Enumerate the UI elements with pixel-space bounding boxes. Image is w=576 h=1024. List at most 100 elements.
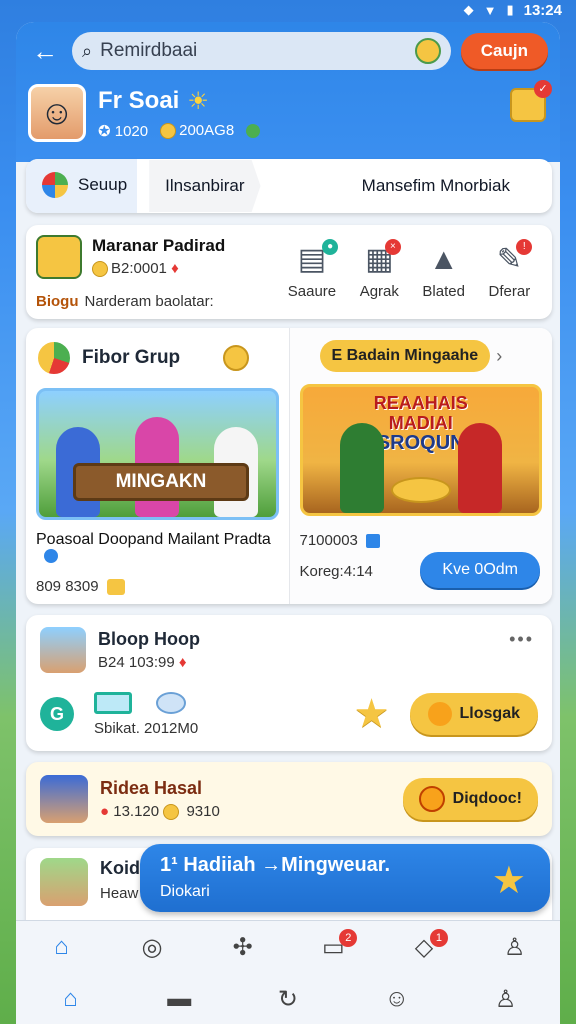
quest-icon[interactable] xyxy=(36,234,82,279)
action-badge: × xyxy=(384,238,401,255)
player-avatar[interactable] xyxy=(40,627,86,673)
refresh-icon[interactable]: ↻ xyxy=(268,979,308,1019)
sun-icon: ☀ xyxy=(187,87,209,115)
player-sub: B24 103:99 ♦ xyxy=(98,654,187,671)
last-title: Koid xyxy=(100,858,140,878)
last-sub: Heaw xyxy=(100,885,139,902)
player-action-button[interactable]: Llosgak xyxy=(409,693,538,735)
action-dferar[interactable]: ✎ ! Dferar xyxy=(489,238,533,300)
person-figure xyxy=(339,423,384,513)
quick-actions-card: Maranar Padirad B2:0001 ♦ Biogu Narderam… xyxy=(26,225,552,319)
chevron-right-icon[interactable]: › xyxy=(496,346,502,367)
featured-pill[interactable]: E Badain Mingaahe xyxy=(319,340,491,372)
featured-card: Fibor Grup MINGAKN Poasoal Doopand Maila… xyxy=(26,328,552,604)
nav-row-1: ⌂ ◎ ✣ ▭ 2 ◇ 1 ♙ xyxy=(16,921,560,973)
status-bar: ◆ ▼ ▮ 13:24 xyxy=(0,0,576,20)
gift-badge: ✓ xyxy=(534,80,552,98)
settings-gear-icon[interactable] xyxy=(414,38,441,64)
player-stat: Sbikat. 2012M0 xyxy=(94,719,199,737)
fire-icon: ♦ xyxy=(178,654,187,671)
featured-left-heading: Fibor Grup xyxy=(82,347,181,368)
featured-left-head: Fibor Grup xyxy=(36,340,279,376)
profile-stats: ✪ 1020 200AG8 xyxy=(98,122,261,140)
stat-level: ✪ 1020 xyxy=(98,122,149,140)
featured-left-title: Poasoal Doopand Mailant Pradta xyxy=(36,530,279,568)
smiley-icon[interactable]: ☺ xyxy=(377,979,417,1019)
app-window: ← ⌕ Remirdbaai Caujn ☺ Fr Soai ☀ ✪ 1020 … xyxy=(16,22,560,1024)
action-saaure[interactable]: ▤ ● Saaure xyxy=(288,238,339,300)
account-icon[interactable]: ♙ xyxy=(486,979,526,1019)
coin-icon xyxy=(163,804,180,821)
action-agrak[interactable]: ▦ × Agrak xyxy=(360,238,401,300)
coin-icon xyxy=(92,261,108,278)
featured-left[interactable]: Fibor Grup MINGAKN Poasoal Doopand Maila… xyxy=(26,328,289,604)
location-icon: ◆ xyxy=(463,2,474,17)
gift-icon[interactable]: ✓ xyxy=(510,80,552,122)
avatar[interactable]: ☺ xyxy=(28,84,86,142)
gold-coins-icon xyxy=(390,477,451,503)
profile-name: Fr Soai xyxy=(98,87,180,114)
more-options-icon[interactable]: ••• xyxy=(509,629,534,650)
puzzle-icon[interactable]: ✣ xyxy=(223,927,263,967)
last-avatar[interactable] xyxy=(40,858,88,906)
level-icon: ✪ xyxy=(98,122,111,140)
cloud-icon xyxy=(156,691,186,714)
profile-name-row: Fr Soai ☀ xyxy=(98,87,260,116)
nav-badge: 1 xyxy=(429,929,448,947)
featured-right-meta1: 7100003 xyxy=(300,532,543,549)
star-icon[interactable]: ★ xyxy=(354,691,390,737)
reward-title: Ridea Hasal xyxy=(100,777,203,798)
messages-icon[interactable]: ▭ 2 xyxy=(313,927,358,967)
leaf-icon xyxy=(246,123,261,138)
wifi-icon: ▼ xyxy=(483,2,497,18)
ticket-icon xyxy=(106,578,125,595)
card-icon[interactable]: ▬ xyxy=(159,979,199,1019)
coin-icon xyxy=(222,345,249,371)
nav-row-2: ⌂ ▬ ↻ ☺ ♙ xyxy=(16,973,560,1024)
search-value: Remirdbaai xyxy=(100,40,198,61)
arrow-up-icon: ▲ xyxy=(428,242,459,276)
fire-icon: ♦ xyxy=(171,259,179,277)
game-logo-icon[interactable]: G xyxy=(40,697,74,731)
flag-icon xyxy=(365,533,380,548)
quick-sub: B2:0001 ♦ xyxy=(92,259,225,278)
reward-sub: ● 13.120 9310 xyxy=(100,802,220,821)
toast-title: 1¹ Hadiiah →Mingweuar. xyxy=(160,854,391,876)
chat-icon[interactable]: ◇ 1 xyxy=(404,927,448,967)
star-icon: ★ xyxy=(491,860,526,902)
match-image: REAAHAIS MADIAI SROQUN xyxy=(299,384,542,516)
player-title: Bloop Hoop xyxy=(98,629,200,649)
featured-left-meta: 809 8309 xyxy=(36,578,279,595)
info-icon xyxy=(44,549,58,563)
featured-right-head: E Badain Mingaahe › xyxy=(300,340,543,372)
profile-icon[interactable]: ♙ xyxy=(495,927,535,967)
reward-card: Ridea Hasal ● 13.120 9310 Diqdooc! xyxy=(26,762,552,836)
tab-third[interactable]: Mansefim Mnorbiak xyxy=(362,176,540,196)
top-bar: ← ⌕ Remirdbaai Caujn xyxy=(28,32,548,70)
tab-second[interactable]: Ilnsanbirar xyxy=(149,160,261,212)
action-blated[interactable]: ▲ Blated xyxy=(422,242,465,300)
quick-tag: Biogu xyxy=(36,292,79,310)
tab-label: Seuup xyxy=(78,174,128,194)
pot-icon xyxy=(418,786,445,812)
featured-right[interactable]: E Badain Mingaahe › REAAHAIS MADIAI SROQ… xyxy=(288,328,552,604)
tab-setup[interactable]: Seuup xyxy=(26,159,138,213)
action-badge: ● xyxy=(322,238,339,255)
player-card: Bloop Hoop B24 103:99 ♦ ••• G Sbikat. 20… xyxy=(26,615,552,751)
home-icon[interactable]: ⌂ xyxy=(41,927,81,967)
home-icon[interactable]: ⌂ xyxy=(50,979,90,1019)
quick-actions: ▤ ● Saaure ▦ × Agrak ▲ Blated ✎ ! Dferar xyxy=(276,238,542,300)
person-figure xyxy=(457,423,502,513)
reward-avatar[interactable] xyxy=(40,775,88,823)
group-icon xyxy=(36,340,72,376)
tab-bar: Seuup Ilnsanbirar Mansefim Mnorbiak xyxy=(26,159,552,213)
shield-icon: ● xyxy=(100,802,110,820)
cta-button[interactable]: Caujn xyxy=(460,33,548,69)
join-button[interactable]: Kve 0Odm xyxy=(420,552,540,588)
camera-icon[interactable]: ◎ xyxy=(132,927,172,967)
back-arrow-icon[interactable]: ← xyxy=(28,36,62,67)
weekly-reward-toast[interactable]: 1¹ Hadiiah →Mingweuar. Diokari ★ xyxy=(140,844,550,912)
coin-stack-icon xyxy=(427,702,452,726)
reward-button[interactable]: Diqdooc! xyxy=(402,778,538,820)
search-input[interactable]: ⌕ Remirdbaai xyxy=(72,32,451,70)
